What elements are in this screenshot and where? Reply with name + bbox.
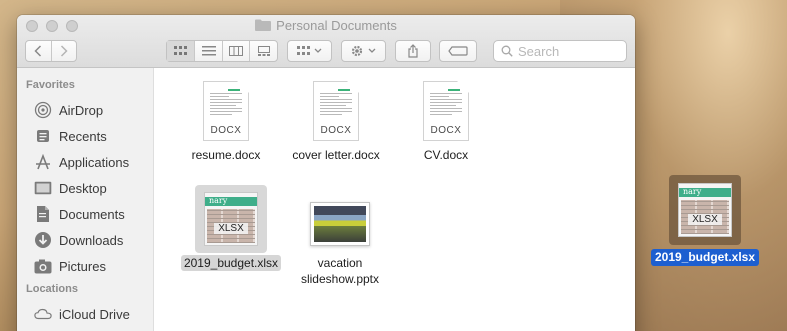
view-mode-buttons xyxy=(166,40,278,62)
chevron-right-icon xyxy=(60,45,68,57)
share-button[interactable] xyxy=(395,40,431,62)
window-title: Personal Documents xyxy=(17,18,635,33)
finder-window: Personal Documents Search Favorites AirD… xyxy=(17,15,635,331)
downloads-icon xyxy=(34,231,52,249)
sidebar-item-downloads[interactable]: Downloads xyxy=(17,227,153,253)
docx-file-icon: DOCX xyxy=(410,77,482,145)
file-item-cv[interactable]: DOCX CV.docx xyxy=(391,77,501,163)
back-button[interactable] xyxy=(26,41,51,61)
desktop-icon xyxy=(34,179,52,197)
sidebar-item-icloud-drive[interactable]: iCloud Drive xyxy=(17,301,153,327)
search-input[interactable] xyxy=(518,43,618,59)
file-type-label: DOCX xyxy=(430,125,462,136)
file-item-cover-letter[interactable]: DOCX cover letter.docx xyxy=(281,77,391,163)
search-icon xyxy=(501,45,513,57)
search-field[interactable] xyxy=(493,40,627,62)
title-bar: Personal Documents xyxy=(17,15,635,68)
docx-file-icon: DOCX xyxy=(190,77,262,145)
dragged-file-name: 2019_budget.xlsx xyxy=(650,249,760,266)
gear-icon xyxy=(351,45,375,57)
column-view-button[interactable] xyxy=(221,41,250,61)
file-type-label: XLSX xyxy=(214,223,248,234)
column-view-icon xyxy=(229,46,244,56)
icon-view-button[interactable] xyxy=(167,41,195,61)
pptx-file-icon xyxy=(304,195,376,253)
sidebar-item-pictures[interactable]: Pictures xyxy=(17,253,153,279)
action-button[interactable] xyxy=(341,40,386,62)
file-browser: DOCX resume.docx DOCX cover letter.docx … xyxy=(155,68,635,331)
icloud-icon xyxy=(34,305,52,323)
file-item-budget[interactable]: nary XLSX 2019_budget.xlsx xyxy=(176,185,286,271)
navigation-buttons xyxy=(25,40,77,62)
sidebar-item-label: Downloads xyxy=(59,232,124,248)
sidebar-item-recents[interactable]: Recents xyxy=(17,123,153,149)
sidebar-item-label: Documents xyxy=(59,206,125,222)
gallery-view-icon xyxy=(257,46,270,56)
file-name: resume.docx xyxy=(191,148,261,162)
window-title-text: Personal Documents xyxy=(276,18,397,33)
pictures-icon xyxy=(34,257,52,275)
airdrop-icon xyxy=(34,101,52,119)
sidebar-item-label: AirDrop xyxy=(59,102,104,118)
tag-button[interactable] xyxy=(439,40,477,62)
sidebar-item-label: Applications xyxy=(59,154,130,170)
forward-button[interactable] xyxy=(50,41,76,61)
recents-icon xyxy=(34,127,52,145)
slide-preview-image xyxy=(314,206,366,242)
sidebar-item-label: Recents xyxy=(59,128,107,144)
list-view-button[interactable] xyxy=(194,41,222,61)
sidebar-item-desktop[interactable]: Desktop xyxy=(17,175,153,201)
file-item-resume[interactable]: DOCX resume.docx xyxy=(171,77,281,163)
sidebar-item-label: Pictures xyxy=(59,258,106,274)
sidebar-item-airdrop[interactable]: AirDrop xyxy=(17,97,153,123)
docx-file-icon: DOCX xyxy=(300,77,372,145)
sidebar-heading-locations: Locations xyxy=(26,283,78,295)
group-button[interactable] xyxy=(287,40,332,62)
applications-icon xyxy=(34,153,52,171)
xlsx-file-icon: nary XLSX xyxy=(669,175,741,245)
file-item-vacation-slideshow[interactable]: vacation slideshow.pptx xyxy=(285,195,395,287)
sidebar-item-label: iCloud Drive xyxy=(59,306,130,322)
file-name: CV.docx xyxy=(423,148,469,162)
group-icon xyxy=(296,46,321,55)
dragged-file[interactable]: nary XLSX 2019_budget.xlsx xyxy=(640,175,770,266)
file-type-label: DOCX xyxy=(210,125,242,136)
sidebar-item-documents[interactable]: Documents xyxy=(17,201,153,227)
file-name: 2019_budget.xlsx xyxy=(180,255,282,271)
sidebar-item-label: Desktop xyxy=(59,180,107,196)
file-type-label: DOCX xyxy=(320,125,352,136)
list-view-icon xyxy=(201,46,216,56)
sidebar-heading-favorites: Favorites xyxy=(26,79,75,91)
folder-icon xyxy=(255,19,272,31)
file-type-label: XLSX xyxy=(688,214,722,225)
icon-view-icon xyxy=(173,46,187,55)
documents-icon xyxy=(34,205,52,223)
file-name: vacation slideshow.pptx xyxy=(300,256,380,286)
toolbar xyxy=(25,40,627,62)
share-icon xyxy=(408,44,418,58)
xlsx-file-icon: nary XLSX xyxy=(195,185,267,253)
sidebar-item-applications[interactable]: Applications xyxy=(17,149,153,175)
sidebar: Favorites AirDrop Recents Applications D… xyxy=(17,68,154,331)
tag-icon xyxy=(448,46,468,56)
chevron-left-icon xyxy=(34,45,42,57)
gallery-view-button[interactable] xyxy=(249,41,277,61)
file-name: cover letter.docx xyxy=(292,148,380,162)
